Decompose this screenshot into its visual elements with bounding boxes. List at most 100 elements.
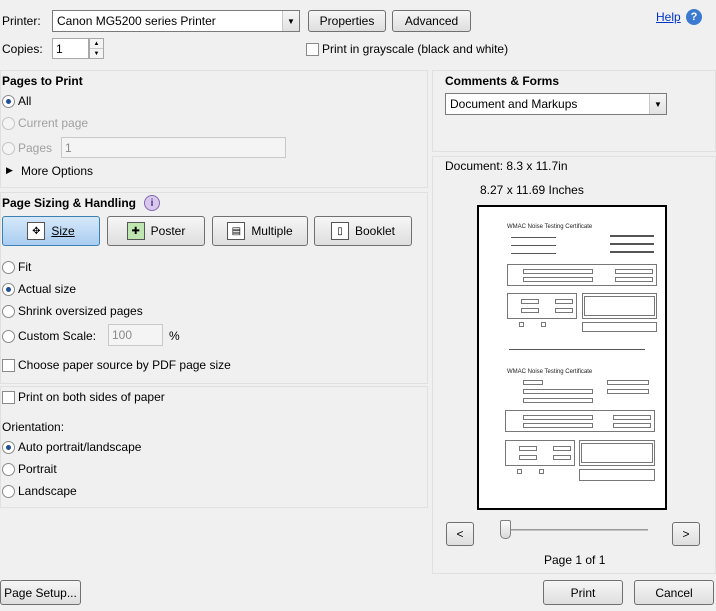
form-box: [507, 264, 657, 286]
properties-button[interactable]: Properties: [308, 10, 386, 32]
form-field: [523, 415, 593, 420]
duplex-checkbox[interactable]: [2, 391, 15, 404]
stepper-up-icon[interactable]: ▲: [90, 39, 103, 49]
page-setup-button[interactable]: Page Setup...: [0, 580, 81, 605]
form-field: [613, 423, 651, 428]
next-page-button[interactable]: >: [672, 522, 700, 546]
tab-size[interactable]: ✥ Size: [2, 216, 100, 246]
paper-size-text: 8.27 x 11.69 Inches: [480, 183, 584, 197]
custom-scale-input[interactable]: 100: [108, 324, 163, 346]
form-field: [613, 415, 651, 420]
chevron-down-icon: ▼: [649, 94, 666, 114]
printer-select[interactable]: Canon MG5200 series Printer ▼: [52, 10, 300, 32]
auto-orientation-radio[interactable]: [2, 441, 15, 454]
size-icon: ✥: [27, 222, 46, 240]
advanced-button[interactable]: Advanced: [392, 10, 471, 32]
actual-size-radio[interactable]: [2, 283, 15, 296]
tab-poster-label: Poster: [150, 224, 186, 238]
more-options-link[interactable]: More Options: [21, 164, 93, 178]
comments-forms-select[interactable]: Document and Markups ▼: [445, 93, 667, 115]
page-sizing-title: Page Sizing & Handling: [2, 196, 137, 210]
form-field: [553, 446, 571, 451]
form-field: [523, 398, 593, 403]
current-page-radio[interactable]: [2, 117, 15, 130]
form-field: [607, 380, 649, 385]
page-preview: WMAC Noise Testing Certificate WMAC Nois…: [477, 205, 667, 510]
form-field: [519, 446, 537, 451]
tab-size-label: Size: [51, 224, 75, 238]
form-line: [511, 253, 556, 254]
form-line: [610, 243, 654, 245]
separator-line: [509, 349, 645, 350]
custom-scale-radio[interactable]: [2, 330, 15, 343]
form-field: [523, 423, 593, 428]
page-slider-track[interactable]: [503, 529, 648, 531]
pages-range-radio[interactable]: [2, 142, 15, 155]
preview-doc-title: WMAC Noise Testing Certificate: [507, 369, 593, 375]
form-checkbox: [517, 469, 522, 474]
form-field: [523, 389, 593, 394]
form-checkbox: [519, 322, 524, 327]
form-box: [505, 440, 575, 466]
shrink-oversized-label: Shrink oversized pages: [18, 304, 143, 318]
info-icon[interactable]: i: [144, 195, 160, 211]
form-line: [511, 245, 556, 246]
form-field: [521, 299, 539, 304]
pages-range-label: Pages: [18, 141, 53, 155]
all-pages-label: All: [18, 94, 32, 108]
chevron-down-icon: ▼: [282, 11, 299, 31]
paper-source-label: Choose paper source by PDF page size: [18, 358, 231, 372]
page-indicator: Page 1 of 1: [544, 553, 606, 567]
tab-multiple-label: Multiple: [251, 224, 293, 238]
multiple-pages-icon: ▤: [227, 222, 246, 240]
comments-forms-title: Comments & Forms: [445, 74, 560, 88]
portrait-label: Portrait: [18, 462, 57, 476]
form-line: [610, 251, 654, 253]
form-field: [615, 269, 653, 274]
form-field: [523, 277, 593, 282]
pages-range-input[interactable]: 1: [61, 137, 286, 158]
form-field: [553, 455, 571, 460]
grayscale-checkbox[interactable]: [306, 43, 319, 56]
copies-input[interactable]: 1: [52, 38, 89, 59]
tab-poster[interactable]: ✚ Poster: [107, 216, 205, 246]
help-link[interactable]: Help: [656, 10, 681, 24]
grayscale-label: Print in grayscale (black and white): [322, 42, 509, 56]
help-icon[interactable]: ?: [686, 9, 702, 25]
form-line: [610, 235, 654, 237]
cancel-button[interactable]: Cancel: [634, 580, 714, 605]
copies-stepper[interactable]: ▲ ▼: [89, 38, 104, 59]
form-field: [519, 455, 537, 460]
preview-doc-title: WMAC Noise Testing Certificate: [507, 224, 593, 230]
print-button[interactable]: Print: [543, 580, 623, 605]
shrink-oversized-radio[interactable]: [2, 305, 15, 318]
form-field: [584, 296, 655, 316]
printer-select-value: Canon MG5200 series Printer: [57, 14, 216, 28]
landscape-radio[interactable]: [2, 485, 15, 498]
portrait-radio[interactable]: [2, 463, 15, 476]
form-field: [582, 322, 657, 332]
paper-source-checkbox[interactable]: [2, 359, 15, 372]
prev-page-button[interactable]: <: [446, 522, 474, 546]
custom-scale-label: Custom Scale:: [18, 329, 97, 343]
form-checkbox: [539, 469, 544, 474]
auto-orientation-label: Auto portrait/landscape: [18, 440, 142, 454]
landscape-label: Landscape: [18, 484, 77, 498]
current-page-label: Current page: [18, 116, 89, 130]
stepper-down-icon[interactable]: ▼: [90, 49, 103, 58]
comments-forms-value: Document and Markups: [450, 97, 578, 111]
form-field: [579, 469, 655, 481]
triangle-right-icon[interactable]: ▶: [6, 165, 13, 176]
tab-booklet[interactable]: ▯ Booklet: [314, 216, 412, 246]
fit-radio[interactable]: [2, 261, 15, 274]
all-pages-radio[interactable]: [2, 95, 15, 108]
tab-multiple[interactable]: ▤ Multiple: [212, 216, 308, 246]
duplex-label: Print on both sides of paper: [18, 390, 165, 404]
poster-icon: ✚: [126, 222, 145, 240]
pages-to-print-title: Pages to Print: [2, 74, 83, 88]
form-field: [581, 443, 653, 463]
page-slider-thumb[interactable]: [500, 520, 511, 539]
form-field: [523, 269, 593, 274]
orientation-title: Orientation:: [2, 420, 65, 434]
form-line: [511, 237, 556, 238]
